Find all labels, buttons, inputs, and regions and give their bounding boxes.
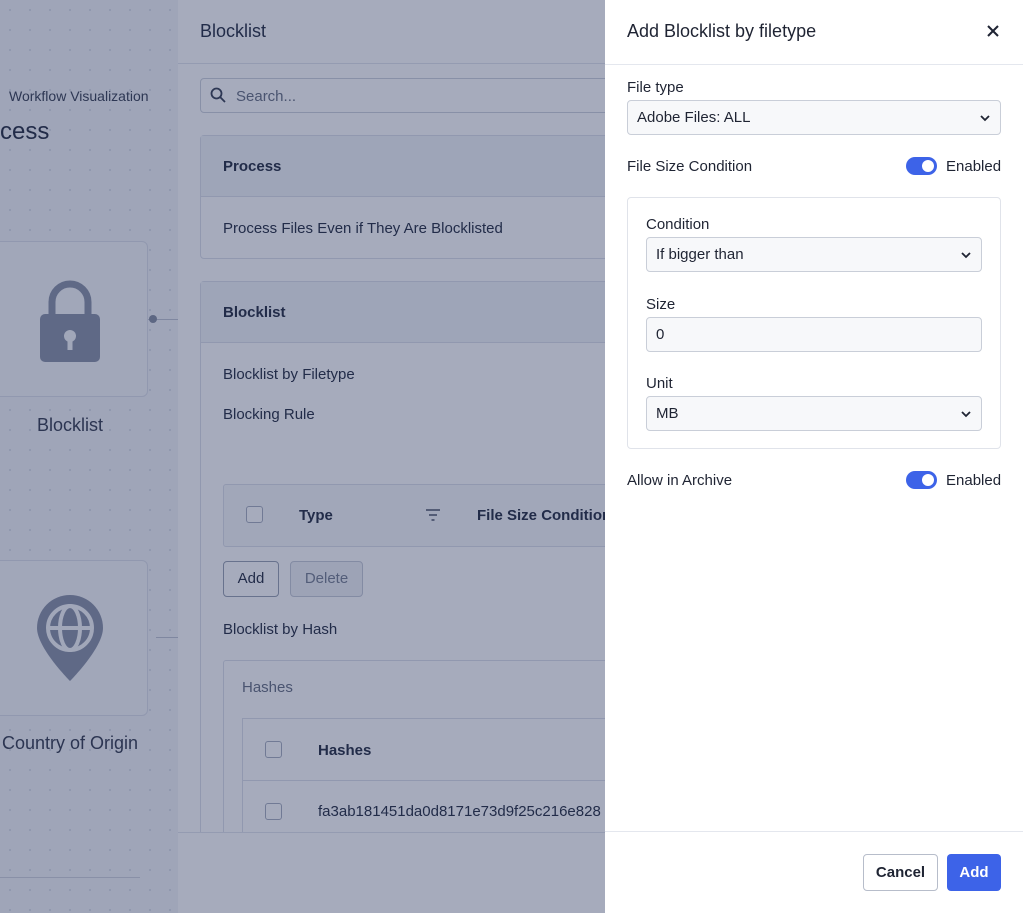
size-label: Size (646, 296, 676, 313)
size-input[interactable]: 0 (646, 317, 982, 352)
add-button[interactable]: Add (947, 854, 1001, 891)
drawer-title: Add Blocklist by filetype (627, 21, 817, 41)
unit-value: MB (656, 405, 679, 422)
allow-in-archive-state: Enabled (946, 472, 1002, 489)
chevron-down-icon (961, 411, 971, 418)
add-blocklist-drawer: Add Blocklist by filetype File type Adob… (605, 0, 1023, 913)
allow-in-archive-toggle[interactable] (906, 471, 937, 489)
close-icon[interactable] (983, 21, 1003, 41)
chevron-down-icon (961, 252, 971, 259)
modal-backdrop[interactable] (0, 0, 605, 913)
file-type-label: File type (627, 79, 684, 96)
unit-label: Unit (646, 375, 673, 392)
chevron-down-icon (980, 115, 990, 122)
drawer-header: Add Blocklist by filetype (605, 0, 1023, 65)
file-size-condition-state: Enabled (946, 158, 1002, 175)
file-type-select[interactable]: Adobe Files: ALL (627, 100, 1001, 135)
file-type-value: Adobe Files: ALL (637, 109, 751, 126)
condition-value: If bigger than (656, 246, 744, 263)
condition-label: Condition (646, 216, 710, 233)
cancel-button[interactable]: Cancel (863, 854, 938, 891)
unit-select[interactable]: MB (646, 396, 982, 431)
size-value: 0 (656, 326, 665, 343)
condition-select[interactable]: If bigger than (646, 237, 982, 272)
file-size-condition-toggle[interactable] (906, 157, 937, 175)
file-size-condition-label: File Size Condition (627, 158, 753, 175)
allow-in-archive-label: Allow in Archive (627, 472, 733, 489)
